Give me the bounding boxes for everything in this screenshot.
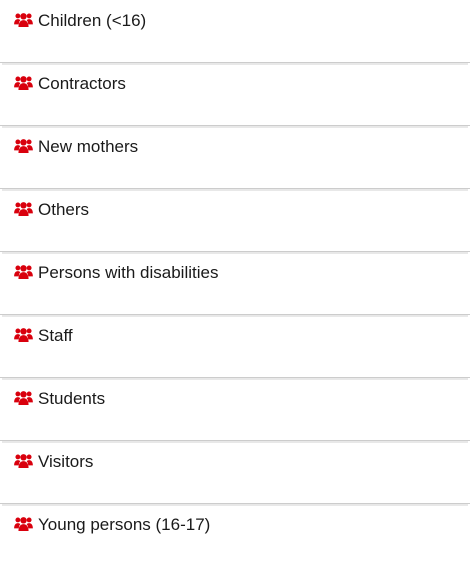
users-icon — [14, 327, 33, 342]
users-icon — [14, 264, 33, 279]
list-item-label: Contractors — [38, 74, 126, 93]
list-item-contractors[interactable]: Contractors — [0, 63, 470, 126]
list-item-others[interactable]: Others — [0, 189, 470, 252]
users-icon-graphic — [14, 139, 33, 153]
list-item-students[interactable]: Students — [0, 378, 470, 441]
users-icon-graphic — [14, 13, 33, 27]
users-icon-graphic — [14, 454, 33, 468]
users-icon — [14, 12, 33, 27]
users-icon-graphic — [14, 202, 33, 216]
users-icon — [14, 201, 33, 216]
users-icon — [14, 75, 33, 90]
list-item-label: Students — [38, 389, 106, 408]
users-icon-graphic — [14, 328, 33, 342]
users-icon — [14, 516, 33, 531]
list-item-visitors[interactable]: Visitors — [0, 441, 470, 504]
users-icon-graphic — [14, 76, 33, 90]
users-icon-graphic — [14, 517, 33, 531]
list-item-young-persons[interactable]: Young persons (16-17) — [0, 504, 470, 567]
users-icon — [14, 390, 33, 405]
list-item-label: New mothers — [38, 137, 139, 156]
users-icon-graphic — [14, 391, 33, 405]
list-item-children[interactable]: Children (<16) — [0, 0, 470, 63]
users-icon-graphic — [14, 265, 33, 279]
list-item-persons-with-disabilities[interactable]: Persons with disabilities — [0, 252, 470, 315]
people-group-list: Children (<16) Contractors New mothers O… — [0, 0, 470, 560]
users-icon — [14, 453, 33, 468]
list-item-label: Visitors — [38, 452, 94, 471]
users-icon — [14, 138, 33, 153]
list-item-label: Others — [38, 200, 90, 219]
list-item-staff[interactable]: Staff — [0, 315, 470, 378]
list-item-label: Persons with disabilities — [38, 263, 219, 282]
list-item-label: Staff — [38, 326, 73, 345]
list-item-new-mothers[interactable]: New mothers — [0, 126, 470, 189]
list-item-label: Young persons (16-17) — [38, 515, 211, 534]
list-item-label: Children (<16) — [38, 11, 147, 30]
